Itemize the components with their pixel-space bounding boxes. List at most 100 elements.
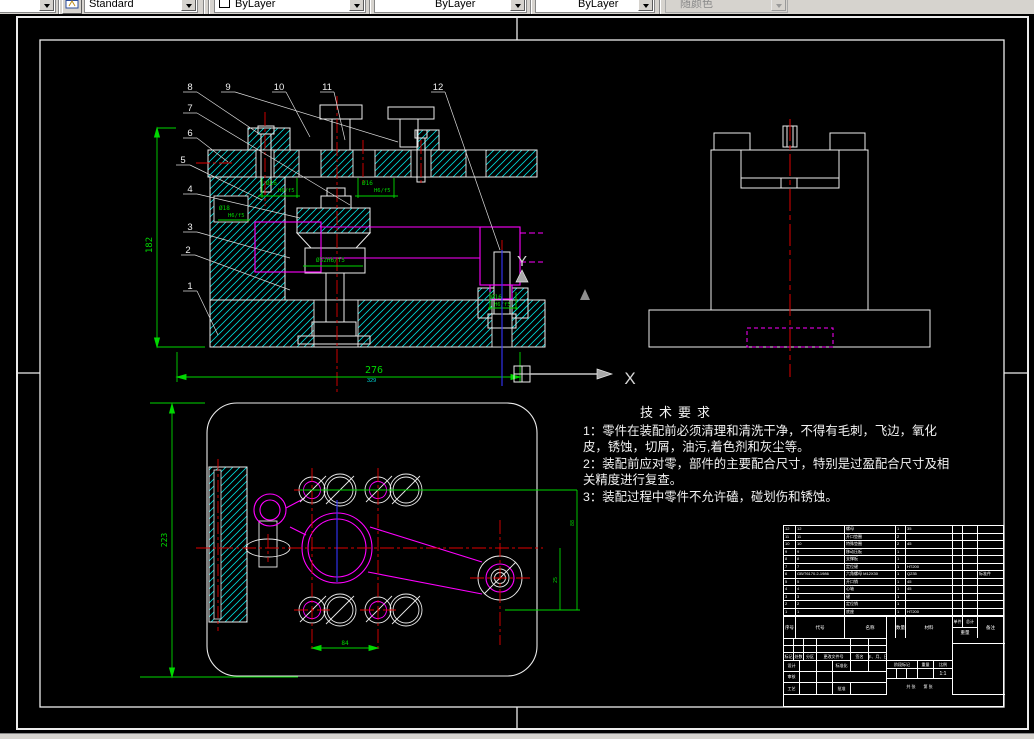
callout-2: 2 [185, 245, 190, 256]
bom-cell-total [963, 548, 978, 555]
bom-cell-material [906, 533, 953, 540]
chevron-down-icon [515, 4, 521, 8]
linetype-combo[interactable]: ByLayer [374, 0, 527, 13]
plotstyle-combo: 随颜色 [665, 0, 788, 13]
callout-1: 1 [187, 281, 192, 292]
top-toolbar: 0 Standard ByLayer ByLayer [0, 0, 1034, 14]
table-row: 7 7 定位键 1 HT200 [784, 563, 1003, 571]
dim-plan-right-outer: 88 [570, 520, 576, 526]
bom-cell-total [963, 563, 978, 570]
bom-cell-code: 7 [796, 563, 845, 570]
table-row: 5 5 开口销 1 45 [784, 578, 1003, 586]
bom-cell-code: 5 [796, 578, 845, 585]
chevron-down-icon [643, 4, 649, 8]
table-row: 6 GB/T6170.2-1986 六角螺母 M12X30 1 Q235 标准件 [784, 571, 1003, 579]
bom-cell-material: 35 [906, 526, 953, 533]
bom-cell-material [906, 601, 953, 608]
bom-cell-code: 11 [796, 533, 845, 540]
bom-cell-total [963, 608, 978, 615]
dim-plan-right-inner: 25 [553, 577, 559, 583]
bom-cell-no: 8 [784, 556, 796, 563]
bom-cell-total [963, 533, 978, 540]
bom-cell-material [906, 556, 953, 563]
command-bar-strip [0, 733, 1034, 739]
tech-requirements-line: 1：零件在装配前必须清理和清洗干净，不得有毛刺，飞边，氧化 [583, 424, 937, 438]
callout-8: 8 [187, 82, 192, 93]
bom-cell-qty: 1 [896, 593, 906, 600]
text-style-button[interactable] [62, 0, 82, 14]
bom-cell-no: 12 [784, 526, 796, 533]
callout-12: 12 [433, 82, 444, 93]
color-swatch-icon [219, 0, 230, 8]
bom-cell-code: 4 [796, 586, 845, 593]
bom-cell-name: 心轴 [845, 586, 896, 593]
linetype-combo-arrow[interactable] [510, 0, 525, 11]
cad-application-window: 276 182 Ø16 H6/f5 Ø16 H6/f5 Ø18 H6/f5 Ø5… [0, 0, 1034, 739]
bom-cell-material [906, 548, 953, 555]
bom-cell-material: 45 [906, 578, 953, 585]
color-combo-value: ByLayer [235, 0, 276, 10]
bom-cell-material: HT200 [906, 563, 953, 570]
dim-front-width: 276 [365, 365, 383, 376]
bom-cell-name: 六角螺母 M12X30 [845, 571, 896, 578]
bom-cell-remark [978, 556, 1003, 563]
bom-cell-no: 5 [784, 578, 796, 585]
bom-cell-unit [953, 533, 963, 540]
bom-cell-material: 45 [906, 541, 953, 548]
tech-requirements-title: 技术要求 [640, 405, 717, 420]
bom-cell-remark [978, 564, 1003, 571]
plotstyle-combo-value: 随颜色 [680, 0, 713, 10]
bom-cell-qty: 1 [896, 586, 906, 593]
color-combo[interactable]: ByLayer [214, 0, 366, 13]
bom-cell-name: 定位键 [845, 563, 896, 570]
color-combo-arrow[interactable] [349, 0, 364, 11]
bom-cell-code: 2 [796, 601, 845, 608]
lineweight-combo[interactable]: ByLayer [535, 0, 655, 13]
bom-cell-qty: 2 [896, 533, 906, 540]
callout-5: 5 [180, 155, 185, 166]
bom-cell-total [963, 593, 978, 600]
style-combo-value: Standard [89, 0, 134, 10]
fit-label-18-tol: H6/f5 [228, 213, 245, 219]
lineweight-combo-arrow[interactable] [638, 0, 653, 11]
tech-requirements-line: 关精度进行复查。 [583, 473, 683, 488]
bom-cell-code: 12 [796, 526, 845, 533]
bom-cell-qty: 1 [896, 556, 906, 563]
dim-plan-bolt-spacing: 84 [341, 640, 349, 647]
bom-cell-remark [978, 586, 1003, 593]
fit-label-52: Ø52H6/f5 [316, 257, 345, 264]
callout-10: 10 [274, 82, 285, 93]
bom-cell-unit [953, 526, 963, 533]
bom-cell-qty: 1 [896, 548, 906, 555]
linetype-combo-value: ByLayer [435, 0, 476, 10]
layer-combo[interactable]: 0 [0, 0, 56, 13]
bom-cell-material: 45 [906, 586, 953, 593]
chevron-down-icon [776, 4, 782, 8]
fit-label-16b-tol: H6/f5 [374, 188, 391, 194]
tb-process: 工艺 [783, 682, 800, 695]
bom-cell-name: 支撑板 [845, 556, 896, 563]
bom-cell-no: 4 [784, 586, 796, 593]
tech-requirements-line: 皮，锈蚀，切屑，油污,着色剂和灰尘等。 [583, 440, 810, 455]
bom-cell-unit [953, 571, 963, 578]
table-row: 3 3 键 1 [784, 593, 1003, 601]
bom-cell-no: 1 [784, 608, 796, 615]
fit-label-16a: Ø16 [266, 180, 277, 187]
bom-cell-code: GB/T6170.2-1986 [796, 571, 845, 578]
style-combo-arrow[interactable] [181, 0, 196, 11]
bom-cell-remark [978, 579, 1003, 586]
bom-cell-unit [953, 593, 963, 600]
bom-cell-no: 11 [784, 533, 796, 540]
bom-cell-total [963, 541, 978, 548]
table-row: 9 9 移动压板 1 [784, 548, 1003, 556]
style-manager-icon [65, 0, 79, 9]
tb-sheet-no: 第 张 [923, 683, 933, 689]
fit-label-16b: Ø16 [362, 180, 373, 187]
bom-cell-material: Q235 [906, 571, 953, 578]
style-combo[interactable]: Standard [84, 0, 198, 13]
bom-cell-material: HT200 [906, 608, 953, 615]
callout-3: 3 [187, 222, 192, 233]
layer-combo-arrow[interactable] [39, 0, 54, 11]
table-row: 10 10 特殊垫圈 2 45 [784, 541, 1003, 549]
fit-label-16a-tol: H6/f5 [278, 188, 295, 194]
